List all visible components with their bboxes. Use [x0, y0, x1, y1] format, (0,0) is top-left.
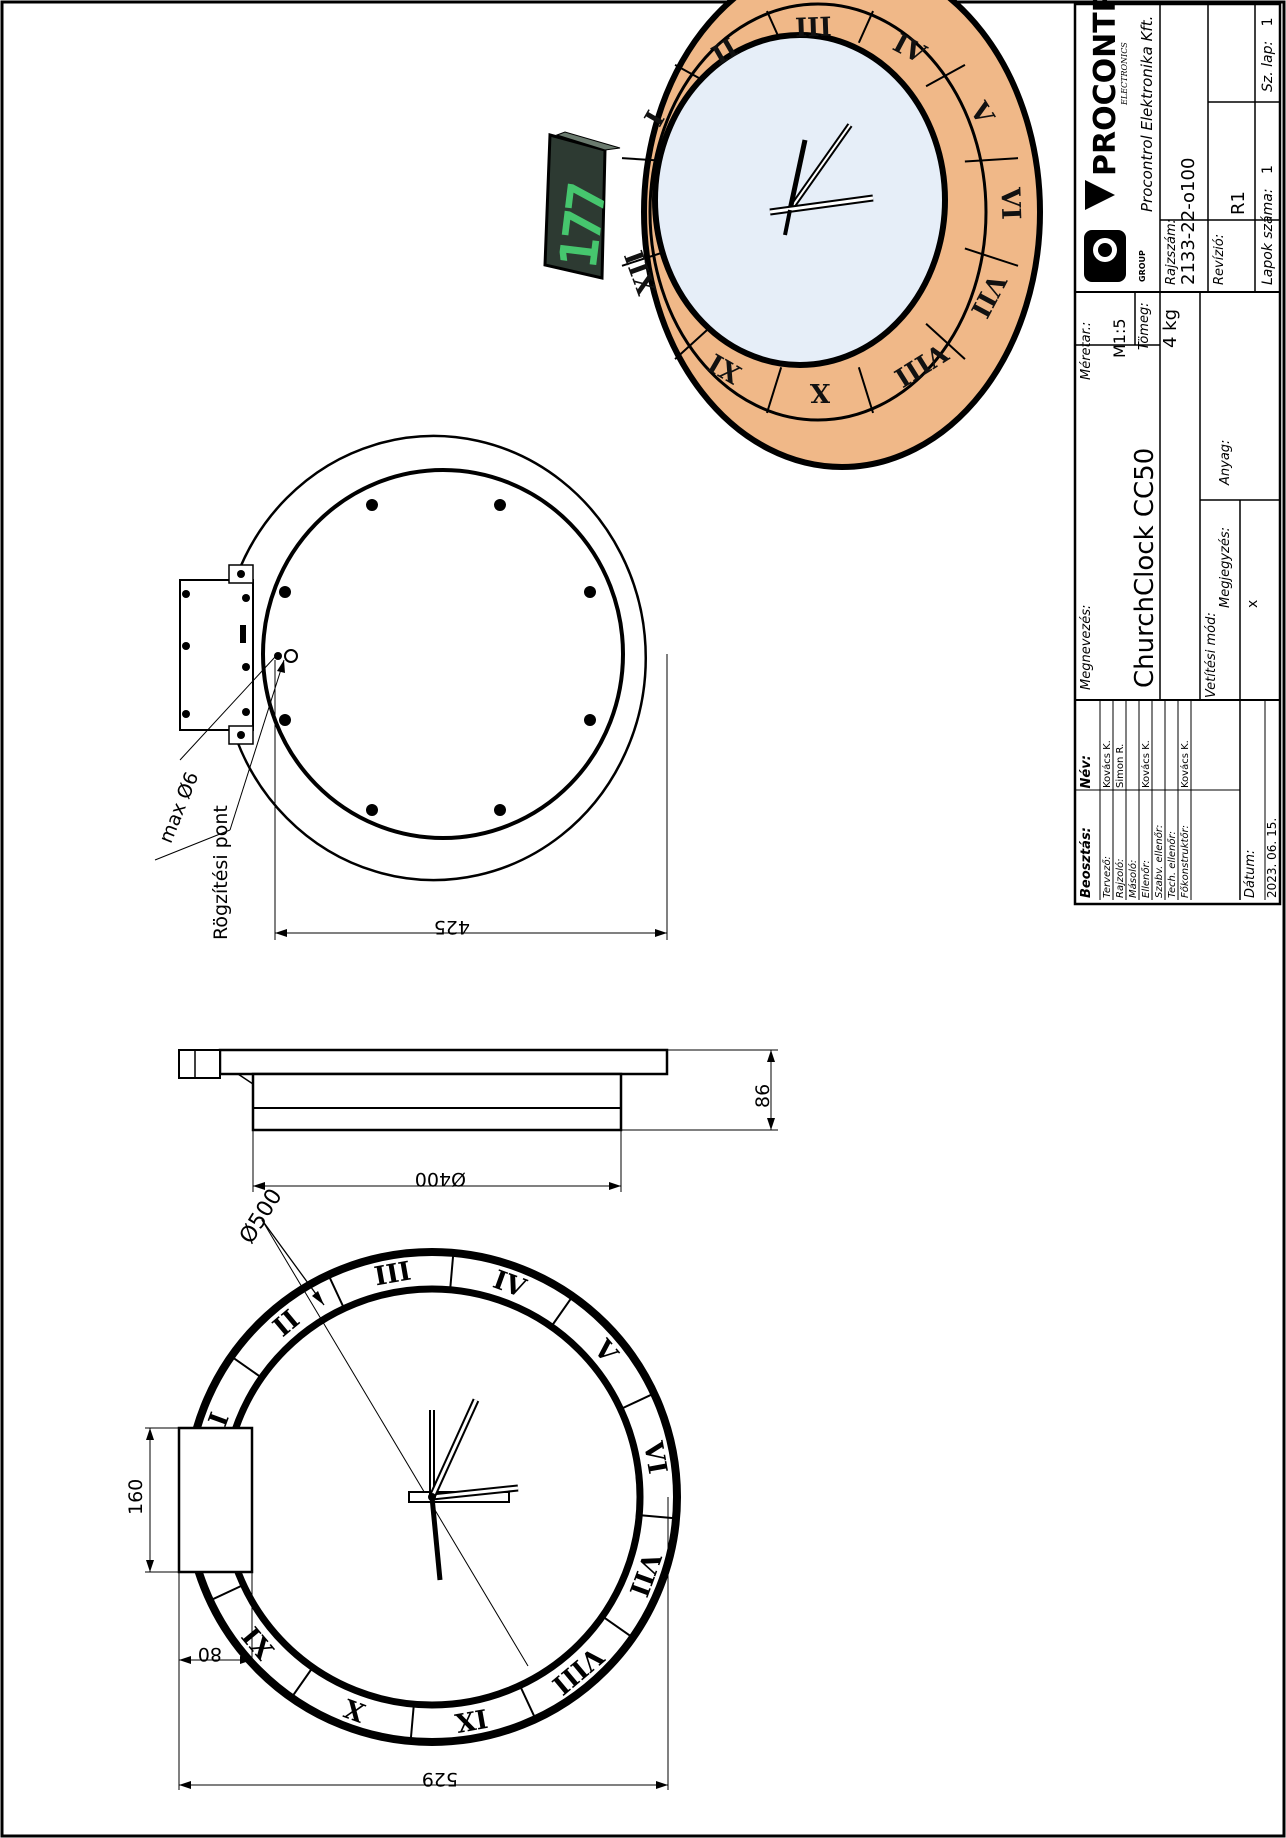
role-row: Tech. ellenőr:: [1167, 788, 1178, 898]
dim-86: 86: [752, 1083, 774, 1108]
group-logo-text: GROUP: [1138, 250, 1147, 282]
role-row: Főkonstruktőr: Kovács K.: [1180, 740, 1191, 898]
role-row: Másoló:: [1128, 788, 1139, 898]
procontrol-logo-sub: ELECTRONICS: [1120, 42, 1129, 105]
role-title: Rajzoló:: [1115, 858, 1126, 899]
role-row: Szabv. ellenőr:: [1154, 788, 1165, 898]
role-name: Kovács K.: [1102, 740, 1113, 788]
beosztas-label: Beosztás:: [1079, 827, 1094, 898]
szlap-label: Sz. lap:: [1260, 40, 1276, 92]
role-title: Főkonstruktőr:: [1180, 824, 1191, 898]
rajzszam-value: 2133-22-o100: [1178, 157, 1199, 285]
dim-d400: Ø400: [414, 1168, 466, 1190]
dim-425: 425: [433, 916, 470, 938]
megnevezes-label: Megnevezés:: [1079, 604, 1094, 690]
revizio-label: Revízió:: [1212, 233, 1227, 285]
megjegyzes-value: x: [1245, 599, 1261, 608]
meretarany-label: Méretar.:: [1079, 321, 1094, 380]
datum-label: Dátum:: [1243, 849, 1258, 898]
tomeg-label: Tömeg:: [1137, 302, 1152, 350]
dim-max-d6: max Ø6: [155, 768, 204, 847]
display-digits: 177: [549, 182, 619, 272]
role-title: Szabv. ellenőr:: [1154, 824, 1165, 898]
role-title: Tervező:: [1102, 856, 1113, 898]
role-title: Másoló:: [1128, 859, 1139, 898]
dim-80: 80: [197, 1643, 222, 1665]
company-name: Procontrol Elektronika Kft.: [1138, 15, 1156, 212]
role-row: Rajzoló: Simon R.: [1115, 744, 1126, 898]
role-name: Simon R.: [1115, 743, 1126, 788]
megnevezes-value: ChurchClock CC50: [1130, 447, 1160, 688]
role-title: Ellenőr:: [1141, 860, 1152, 898]
lapok-label: Lapok száma:: [1260, 188, 1276, 285]
meretarany-value: M1:5: [1110, 318, 1129, 358]
tomeg-value: 4 kg: [1160, 308, 1181, 348]
szlap-value: 1: [1260, 17, 1276, 27]
role-row: Tervező: Kovács K.: [1102, 740, 1113, 898]
dim-d500: Ø500: [235, 1184, 288, 1249]
role-name: Kovács K.: [1141, 740, 1152, 788]
datum-value: 2023. 06. 15.: [1265, 817, 1279, 898]
revizio-value: R1: [1228, 191, 1249, 215]
vetitesi-label: Vetítési mód:: [1204, 612, 1219, 698]
nev-label: Név:: [1079, 755, 1094, 789]
rajzszam-label: Rajzszám:: [1164, 218, 1179, 285]
role-name: Kovács K.: [1180, 740, 1191, 788]
lapok-value: 1: [1260, 165, 1276, 174]
dim-160: 160: [125, 1478, 147, 1515]
fixing-point-label: Rögzítési pont: [210, 805, 232, 940]
anyag-label: Anyag:: [1218, 439, 1233, 485]
role-title: Tech. ellenőr:: [1167, 830, 1178, 898]
megjegyzes-label: Megjegyzés:: [1218, 527, 1233, 608]
dim-529: 529: [421, 1768, 458, 1790]
role-row: Ellenőr: Kovács K.: [1141, 740, 1152, 898]
